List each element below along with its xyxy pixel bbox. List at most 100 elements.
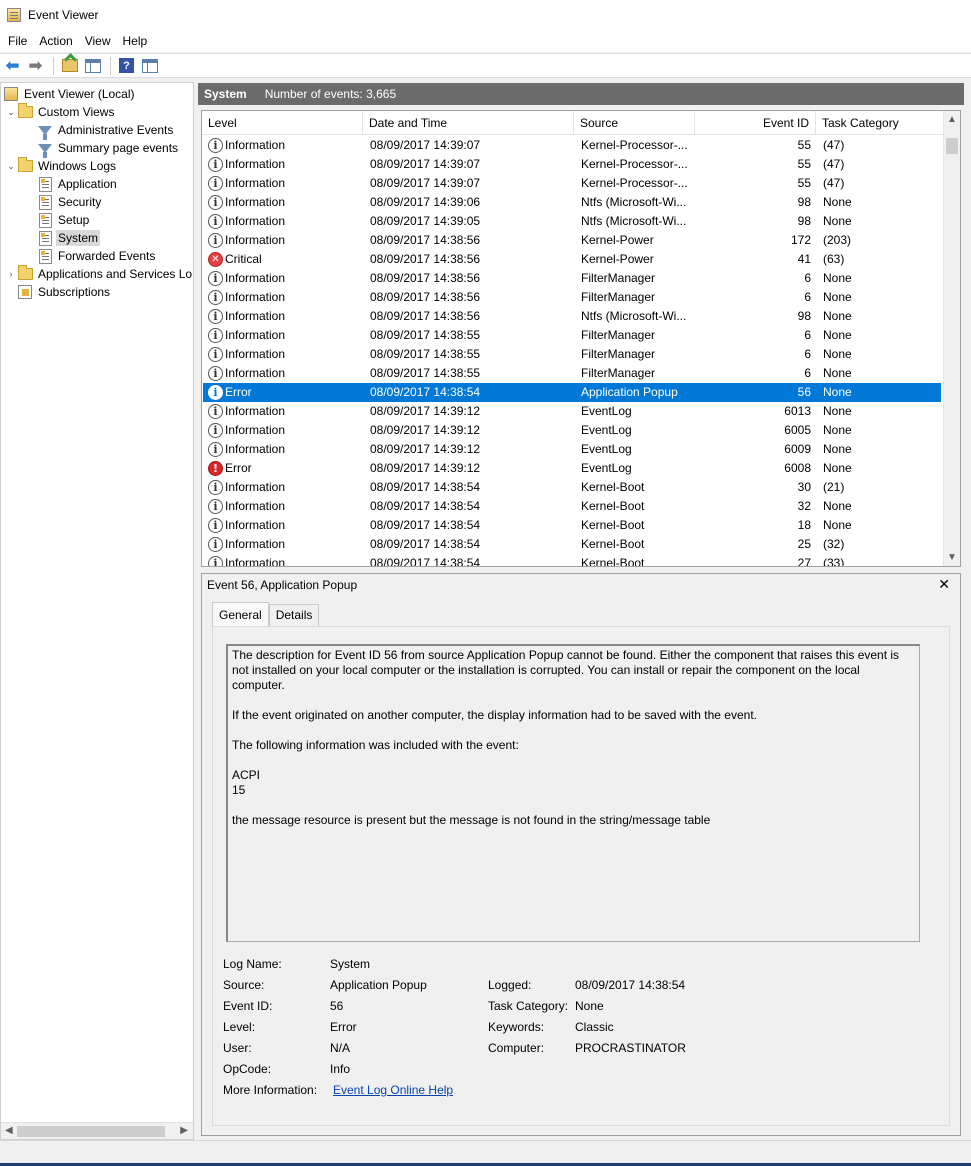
task-category-value: None	[575, 999, 604, 1013]
event-row[interactable]: i Information 08/09/2017 14:38:54 Kernel-Bo…	[203, 516, 941, 535]
event-row[interactable]: i Information 08/09/2017 14:38:56 Ntfs (Mic…	[203, 307, 941, 326]
menu-help[interactable]: Help	[117, 30, 154, 52]
column-source[interactable]: Source	[574, 111, 695, 135]
help-button[interactable]: ?	[116, 56, 137, 75]
tree-item-summary-page-events[interactable]: Summary page events	[37, 139, 180, 158]
event-row[interactable]: i Information 08/09/2017 14:39:07 Kernel-Pr…	[203, 136, 941, 155]
event-row[interactable]: ✕ Critical 08/09/2017 14:38:56 Kernel-Power…	[203, 250, 941, 269]
information-icon: i	[208, 404, 223, 419]
information-icon: i	[208, 214, 223, 229]
event-date-time: 08/09/2017 14:38:56	[370, 309, 481, 323]
event-row[interactable]: ! Error 08/09/2017 14:39:12 EventLog 6008 Non…	[203, 459, 941, 478]
event-row[interactable]: i Information 08/09/2017 14:38:55 FilterMan…	[203, 326, 941, 345]
folder-icon	[17, 265, 33, 282]
event-row[interactable]: i Information 08/09/2017 14:39:12 EventLog 6…	[203, 440, 941, 459]
event-task-category: None	[823, 518, 852, 532]
menu-view[interactable]: View	[79, 30, 117, 52]
toolbar-separator	[110, 56, 111, 75]
tree-item-windows-logs[interactable]: ⌄ Windows Logs	[5, 157, 118, 175]
event-task-category: (33)	[823, 556, 845, 567]
menu-action[interactable]: Action	[33, 30, 78, 52]
level-label: Level:	[223, 1020, 256, 1034]
tree-item-setup[interactable]: Setup	[37, 211, 91, 229]
information-icon: i	[208, 442, 223, 457]
tree-item-forwarded-events[interactable]: Forwarded Events	[37, 247, 157, 265]
event-source: Kernel-Processor-...	[581, 157, 688, 171]
event-row[interactable]: i Information 08/09/2017 14:39:05 Ntfs (Mic…	[203, 212, 941, 231]
event-row[interactable]: i Information 08/09/2017 14:38:54 Kernel-Bo…	[203, 497, 941, 516]
event-row[interactable]: i Information 08/09/2017 14:39:12 EventLog 6…	[203, 421, 941, 440]
forward-arrow-icon: ➡	[28, 56, 43, 75]
information-icon: i	[208, 138, 223, 153]
level-value: Error	[330, 1020, 357, 1034]
event-row[interactable]: i Error 08/09/2017 14:38:54 Application Pop…	[203, 383, 941, 402]
tree-item-security[interactable]: Security	[37, 193, 103, 211]
event-task-category: (21)	[823, 480, 845, 494]
event-id-label: Event ID:	[223, 999, 273, 1013]
scroll-right-icon[interactable]: ▶	[180, 1125, 188, 1136]
event-task-category: None	[823, 366, 852, 380]
column-date-time[interactable]: Date and Time	[363, 111, 574, 135]
event-date-time: 08/09/2017 14:39:12	[370, 404, 481, 418]
event-row[interactable]: i Information 08/09/2017 14:38:56 FilterMan…	[203, 269, 941, 288]
event-id: 6	[804, 366, 811, 380]
event-row[interactable]: i Information 08/09/2017 14:38:56 FilterMan…	[203, 288, 941, 307]
event-row[interactable]: i Information 08/09/2017 14:38:54 Kernel-Bo…	[203, 535, 941, 554]
collapse-arrow-icon[interactable]: ⌄	[5, 107, 17, 118]
tree-item-system[interactable]: System	[37, 229, 101, 247]
close-icon[interactable]: ✕	[938, 576, 950, 593]
information-icon: i	[208, 176, 223, 191]
show-hide-action-pane-button[interactable]	[139, 56, 160, 75]
event-count: Number of events: 3,665	[264, 87, 397, 101]
console-tree: Event Viewer (Local) ⌄ Custom Views Adminis…	[0, 82, 194, 1140]
scroll-thumb[interactable]	[946, 138, 958, 154]
column-event-id[interactable]: Event ID	[695, 111, 816, 135]
event-row[interactable]: i Information 08/09/2017 14:38:56 Kernel-Po…	[203, 231, 941, 250]
event-row[interactable]: i Information 08/09/2017 14:38:54 Kernel-Bo…	[203, 554, 941, 567]
tree-item-label: System	[56, 230, 101, 246]
tree-item-applications-and-services-lo[interactable]: › Applications and Services Lo	[5, 265, 193, 283]
scroll-down-icon[interactable]: ▼	[947, 552, 957, 563]
tab-general[interactable]: General	[212, 602, 269, 626]
log-icon	[37, 212, 53, 228]
show-hide-tree-button[interactable]	[82, 56, 103, 75]
error-icon: !	[208, 461, 223, 476]
column-level[interactable]: Level	[202, 111, 363, 135]
event-row[interactable]: i Information 08/09/2017 14:38:55 FilterMan…	[203, 345, 941, 364]
tree-item-label: Applications and Services Lo	[38, 267, 193, 281]
tree-item-custom-views[interactable]: ⌄ Custom Views	[5, 103, 116, 121]
event-list-scrollbar[interactable]: ▲ ▼	[943, 111, 960, 566]
back-button[interactable]: ⬅	[2, 56, 23, 75]
event-row[interactable]: i Information 08/09/2017 14:38:55 FilterMan…	[203, 364, 941, 383]
event-row[interactable]: i Information 08/09/2017 14:39:07 Kernel-Pr…	[203, 155, 941, 174]
tree-item-event-viewer-local[interactable]: Event Viewer (Local)	[3, 85, 137, 103]
event-level: Information	[225, 290, 286, 304]
scroll-up-icon[interactable]: ▲	[947, 114, 957, 125]
scroll-thumb[interactable]	[17, 1126, 165, 1137]
tree-item-subscriptions[interactable]: Subscriptions	[5, 283, 112, 301]
menu-file[interactable]: File	[2, 30, 33, 52]
event-description[interactable]: The description for Event ID 56 from sou…	[226, 644, 920, 942]
forward-button[interactable]: ➡	[25, 56, 46, 75]
event-row[interactable]: i Information 08/09/2017 14:39:12 EventLog 6…	[203, 402, 941, 421]
event-row[interactable]: i Information 08/09/2017 14:38:54 Kernel-Bo…	[203, 478, 941, 497]
collapse-arrow-icon[interactable]: ⌄	[5, 161, 17, 172]
event-log-online-help-link[interactable]: Event Log Online Help	[333, 1083, 453, 1097]
tree-item-label: Security	[58, 195, 102, 209]
log-icon	[37, 176, 53, 192]
event-row[interactable]: i Information 08/09/2017 14:39:06 Ntfs (Mic…	[203, 193, 941, 212]
event-task-category: None	[823, 442, 852, 456]
column-task-category[interactable]: Task Category	[816, 111, 943, 135]
tree-item-application[interactable]: Application	[37, 175, 119, 193]
tree-horizontal-scrollbar[interactable]: ◀ ▶	[1, 1122, 193, 1139]
expand-arrow-icon[interactable]: ›	[5, 269, 17, 279]
scroll-left-icon[interactable]: ◀	[5, 1125, 13, 1136]
event-level: Information	[225, 347, 286, 361]
event-source: EventLog	[581, 423, 632, 437]
tree-item-administrative-events[interactable]: Administrative Events	[37, 121, 175, 140]
tab-details[interactable]: Details	[268, 604, 320, 626]
event-row[interactable]: i Information 08/09/2017 14:39:07 Kernel-Pr…	[203, 174, 941, 193]
up-one-level-button[interactable]	[59, 56, 80, 75]
event-id: 6	[804, 271, 811, 285]
information-icon: i	[208, 518, 223, 533]
